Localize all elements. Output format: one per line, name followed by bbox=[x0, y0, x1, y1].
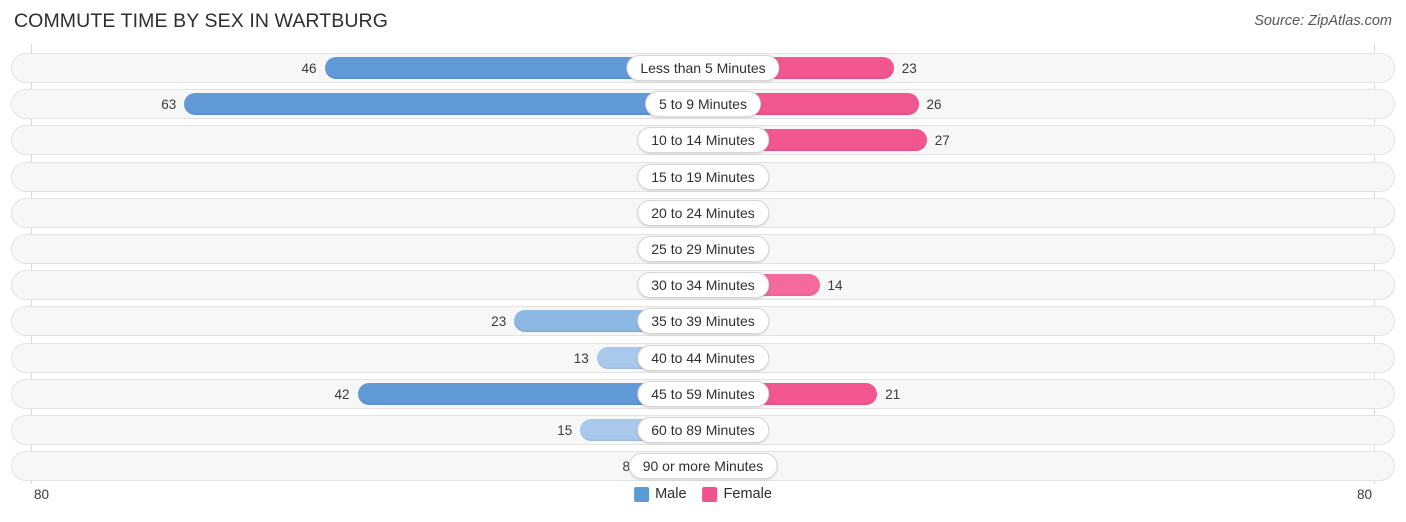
male-value-label: 23 bbox=[491, 314, 507, 330]
female-value-label: 23 bbox=[901, 61, 917, 76]
legend-label-male: Male bbox=[655, 486, 687, 502]
plot-area: 46 23 Less than 5 Minutes 63 26 5 to 9 Minute… bbox=[0, 44, 1406, 484]
male-bar[interactable] bbox=[184, 93, 704, 116]
male-value-label: 63 bbox=[161, 97, 177, 113]
bar-row: 15160 to 89 Minutes bbox=[11, 415, 1395, 445]
male-value-label: 15 bbox=[557, 423, 573, 438]
female-value-label: 21 bbox=[885, 386, 901, 402]
category-label: 45 to 59 Minutes bbox=[637, 380, 769, 407]
category-label: 25 to 29 Minutes bbox=[637, 236, 769, 262]
female-value-label: 14 bbox=[827, 278, 843, 294]
bar-row: 63 26 5 to 9 Minutes bbox=[11, 89, 1395, 120]
axis-tick-left: 80 bbox=[34, 487, 50, 502]
axis-tick-right: 80 bbox=[1356, 487, 1372, 502]
legend: Male Female bbox=[634, 486, 772, 502]
category-label: Less than 5 Minutes bbox=[626, 55, 780, 81]
male-value-label: 13 bbox=[573, 350, 589, 366]
category-label: 10 to 14 Minutes bbox=[637, 127, 769, 154]
bar-row-inner: 15160 to 89 Minutes bbox=[12, 416, 1394, 444]
category-label: 40 to 44 Minutes bbox=[637, 344, 769, 371]
page-title: COMMUTE TIME BY SEX IN WARTBURG bbox=[14, 10, 388, 32]
category-label: 15 to 19 Minutes bbox=[637, 163, 769, 190]
bar-row: 0620 to 24 Minutes bbox=[11, 197, 1395, 228]
chart-header: COMMUTE TIME BY SEX IN WARTBURG Source: … bbox=[0, 0, 1406, 44]
source-attribution: Source: ZipAtlas.com bbox=[1254, 13, 1392, 29]
legend-item-male[interactable]: Male bbox=[634, 486, 687, 502]
bar-row-inner: 3015 to 19 Minutes bbox=[12, 163, 1394, 191]
bar-row-inner: 42 21 45 to 59 Minutes bbox=[12, 380, 1394, 408]
legend-item-female[interactable]: Female bbox=[702, 486, 772, 502]
bar-row-inner: 5025 to 29 Minutes bbox=[12, 235, 1394, 263]
legend-swatch-male-icon bbox=[634, 486, 650, 502]
category-label: 20 to 24 Minutes bbox=[637, 199, 769, 226]
bar-row: 8690 or more Minutes bbox=[11, 451, 1395, 482]
bar-row-inner: 23335 to 39 Minutes bbox=[12, 307, 1394, 335]
female-value-label: 26 bbox=[926, 97, 942, 113]
category-label: 90 or more Minutes bbox=[628, 453, 778, 480]
category-label: 35 to 39 Minutes bbox=[637, 308, 769, 335]
commute-time-chart: COMMUTE TIME BY SEX IN WARTBURG Source: … bbox=[0, 0, 1406, 522]
bar-row: 42 21 45 to 59 Minutes bbox=[11, 378, 1395, 409]
male-value-label: 42 bbox=[334, 386, 350, 402]
male-value-label: 46 bbox=[301, 61, 317, 76]
category-label: 30 to 34 Minutes bbox=[637, 272, 769, 299]
bar-row: 5025 to 29 Minutes bbox=[11, 234, 1395, 264]
category-label: 60 to 89 Minutes bbox=[637, 417, 769, 443]
bar-row-inner: 0620 to 24 Minutes bbox=[12, 199, 1394, 227]
bar-row-inner: 46 23 Less than 5 Minutes bbox=[12, 54, 1394, 82]
bar-row-inner: 01430 to 34 Minutes bbox=[12, 271, 1394, 299]
bar-row: 13540 to 44 Minutes bbox=[11, 342, 1395, 373]
bar-row-inner: 22710 to 14 Minutes bbox=[12, 126, 1394, 154]
bar-row: 23335 to 39 Minutes bbox=[11, 306, 1395, 337]
bar-row: 01430 to 34 Minutes bbox=[11, 270, 1395, 301]
bar-row-inner: 63 26 5 to 9 Minutes bbox=[12, 90, 1394, 118]
male-value-label: 8 bbox=[622, 459, 630, 475]
bar-row: 3015 to 19 Minutes bbox=[11, 161, 1395, 192]
legend-swatch-female-icon bbox=[702, 486, 718, 502]
legend-label-female: Female bbox=[723, 486, 772, 502]
category-label: 5 to 9 Minutes bbox=[645, 91, 761, 118]
female-value-label: 27 bbox=[934, 133, 950, 149]
bar-row-inner: 13540 to 44 Minutes bbox=[12, 344, 1394, 372]
female-value-label: 6 bbox=[762, 203, 822, 224]
chart-footer: 80 80 Male Female bbox=[0, 484, 1406, 522]
bar-row-inner: 8690 or more Minutes bbox=[12, 452, 1394, 480]
bar-row: 46 23 Less than 5 Minutes bbox=[11, 53, 1395, 83]
bar-row: 22710 to 14 Minutes bbox=[11, 125, 1395, 156]
